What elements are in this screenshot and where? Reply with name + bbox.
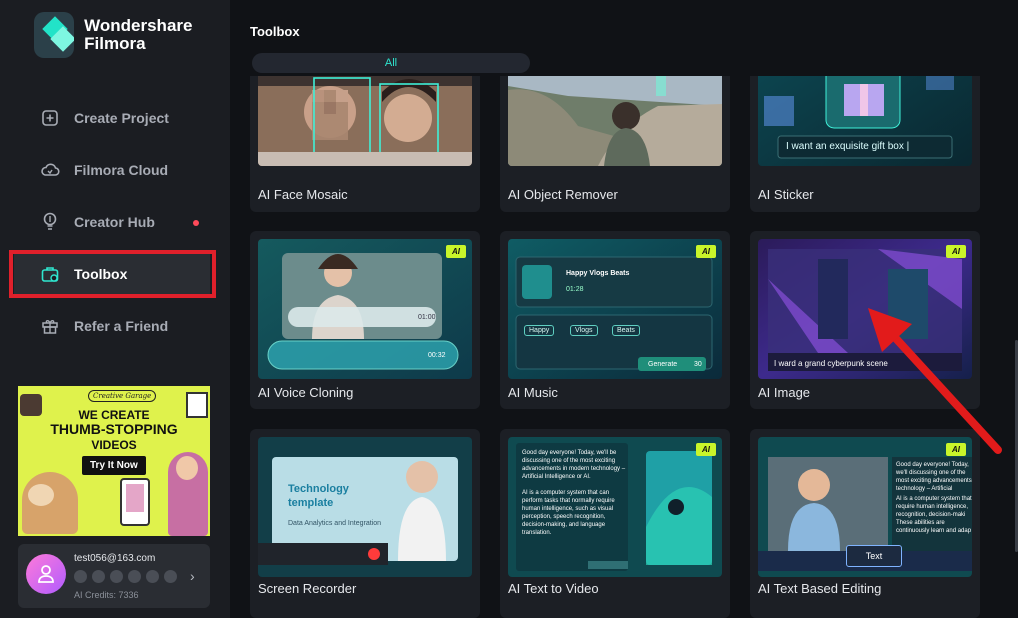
filmora-logo-icon (34, 12, 75, 58)
recorder-heading: template (288, 497, 334, 509)
card-thumbnail: 01:00 00:32 AI (258, 239, 472, 379)
promo-pet-image (22, 472, 78, 534)
tool-card-ai-object-remover[interactable]: AI Object Remover (500, 76, 730, 212)
text-chip-label: Text (865, 551, 883, 561)
tab-all[interactable]: All (252, 53, 530, 73)
badge-icon (128, 570, 141, 583)
sidebar-item-filmora-cloud[interactable]: Filmora Cloud (0, 144, 230, 196)
voice-time: 01:00 (418, 314, 436, 321)
promo-line: THUMB-STOPPING (50, 421, 178, 437)
ai-badge: AI (446, 245, 466, 258)
app-name: Wondershare Filmora (84, 16, 193, 53)
account-badges (74, 570, 177, 583)
ai-badge: AI (696, 443, 716, 456)
card-title: AI Object Remover (508, 187, 618, 202)
tool-card-ai-face-mosaic[interactable]: AI Face Mosaic (250, 76, 480, 212)
card-title: AI Voice Cloning (258, 385, 354, 400)
badge-icon (74, 570, 87, 583)
sidebar-item-create-project[interactable]: Create Project (0, 92, 230, 144)
promo-person-face (176, 456, 198, 480)
card-thumbnail: Good day everyone! Today, we'll be discu… (508, 437, 722, 577)
sidebar-nav: Create Project Filmora Cloud Creator Hub… (0, 92, 230, 352)
text-editing-paragraph: AI is a computer system that require hum… (896, 496, 972, 534)
music-chip: Vlogs (570, 325, 598, 336)
promo-phone-image (120, 478, 150, 526)
recorder-heading: Technology (288, 483, 349, 495)
badge-icon (92, 570, 105, 583)
plus-square-icon (40, 108, 60, 128)
recorder-sub: Data Analytics and Integration (288, 520, 382, 527)
sidebar-item-creator-hub[interactable]: Creator Hub (0, 196, 230, 248)
card-title: AI Sticker (758, 187, 814, 202)
card-title: AI Image (758, 385, 811, 400)
ai-badge: AI (946, 245, 966, 258)
text-editing-paragraph: Good day everyone! Today, we'll discussi… (896, 462, 972, 492)
badge-icon (164, 570, 177, 583)
music-track: Happy Vlogs Beats (566, 270, 630, 277)
bulb-icon (40, 212, 60, 232)
app-logo[interactable]: Wondershare Filmora (34, 12, 230, 58)
promo-brand: Creative Garage (88, 390, 157, 402)
sticker-prompt: I want an exquisite gift box | (786, 141, 910, 152)
sidebar-item-toolbox[interactable]: Toolbox (0, 248, 230, 300)
music-chip: Beats (612, 325, 640, 336)
card-thumbnail (258, 76, 472, 166)
music-time: 01:28 (566, 286, 584, 293)
notification-dot (193, 220, 199, 226)
card-title: AI Text to Video (508, 581, 599, 596)
card-title: AI Text Based Editing (758, 581, 882, 596)
text-to-video-paragraph: Good day everyone! Today, we'll be discu… (522, 450, 626, 480)
promo-banner[interactable]: Creative Garage WE CREATE THUMB-STOPPING… (18, 386, 210, 536)
sidebar-item-refer-a-friend[interactable]: Refer a Friend (0, 300, 230, 352)
card-title: AI Face Mosaic (258, 187, 348, 202)
ai-badge: AI (696, 245, 716, 258)
music-generate: Generate (648, 361, 678, 368)
promo-line: VIDEOS (91, 438, 137, 452)
voice-time: 00:32 (428, 352, 446, 359)
tool-card-ai-music[interactable]: Happy Vlogs Beats 01:28 Happy Vlogs Beat… (500, 231, 730, 409)
card-title: Screen Recorder (258, 581, 357, 596)
account-email: test056@163.com (74, 553, 156, 564)
card-thumbnail: I want an exquisite gift box | (758, 76, 972, 166)
card-title: AI Music (508, 385, 558, 400)
tool-card-ai-text-to-video[interactable]: Good day everyone! Today, we'll be discu… (500, 429, 730, 618)
promo-line: WE CREATE (78, 408, 150, 422)
annotation-arrow (868, 308, 1002, 454)
music-count: 30 (694, 361, 702, 368)
ai-credits: AI Credits: 7336 (74, 590, 139, 600)
card-thumbnail: Happy Vlogs Beats 01:28 Happy Vlogs Beat… (508, 239, 722, 379)
sidebar-item-label: Refer a Friend (74, 318, 169, 334)
account-panel[interactable]: test056@163.com AI Credits: 7336 › (18, 544, 210, 608)
tool-card-ai-sticker[interactable]: I want an exquisite gift box | AI Sticke… (750, 76, 980, 212)
text-chip: Text (846, 545, 902, 567)
gift-icon (40, 316, 60, 336)
avatar[interactable] (26, 554, 66, 594)
badge-icon (146, 570, 159, 583)
page-title: Toolbox (250, 24, 300, 39)
sidebar-item-label: Create Project (74, 110, 169, 126)
badge-icon (110, 570, 123, 583)
promo-try-button[interactable]: Try It Now (82, 456, 146, 475)
sidebar-item-label: Creator Hub (74, 214, 155, 230)
tool-card-screen-recorder[interactable]: Technology template Data Analytics and I… (250, 429, 480, 618)
card-thumbnail: Technology template Data Analytics and I… (258, 437, 472, 577)
cloud-icon (40, 160, 60, 180)
text-to-video-paragraph: AI is a computer system that can perform… (522, 490, 615, 536)
tool-card-ai-voice-cloning[interactable]: 01:00 00:32 AI AI Voice Cloning (250, 231, 480, 409)
promo-pet-face (28, 484, 54, 506)
chevron-right-icon[interactable]: › (190, 568, 195, 584)
sidebar-item-label: Toolbox (74, 266, 128, 282)
sidebar: Wondershare Filmora Create Project Filmo… (0, 0, 230, 618)
card-thumbnail (508, 76, 722, 166)
toolbox-icon (40, 264, 60, 284)
sidebar-item-label: Filmora Cloud (74, 162, 169, 178)
music-chip: Happy (524, 325, 555, 336)
